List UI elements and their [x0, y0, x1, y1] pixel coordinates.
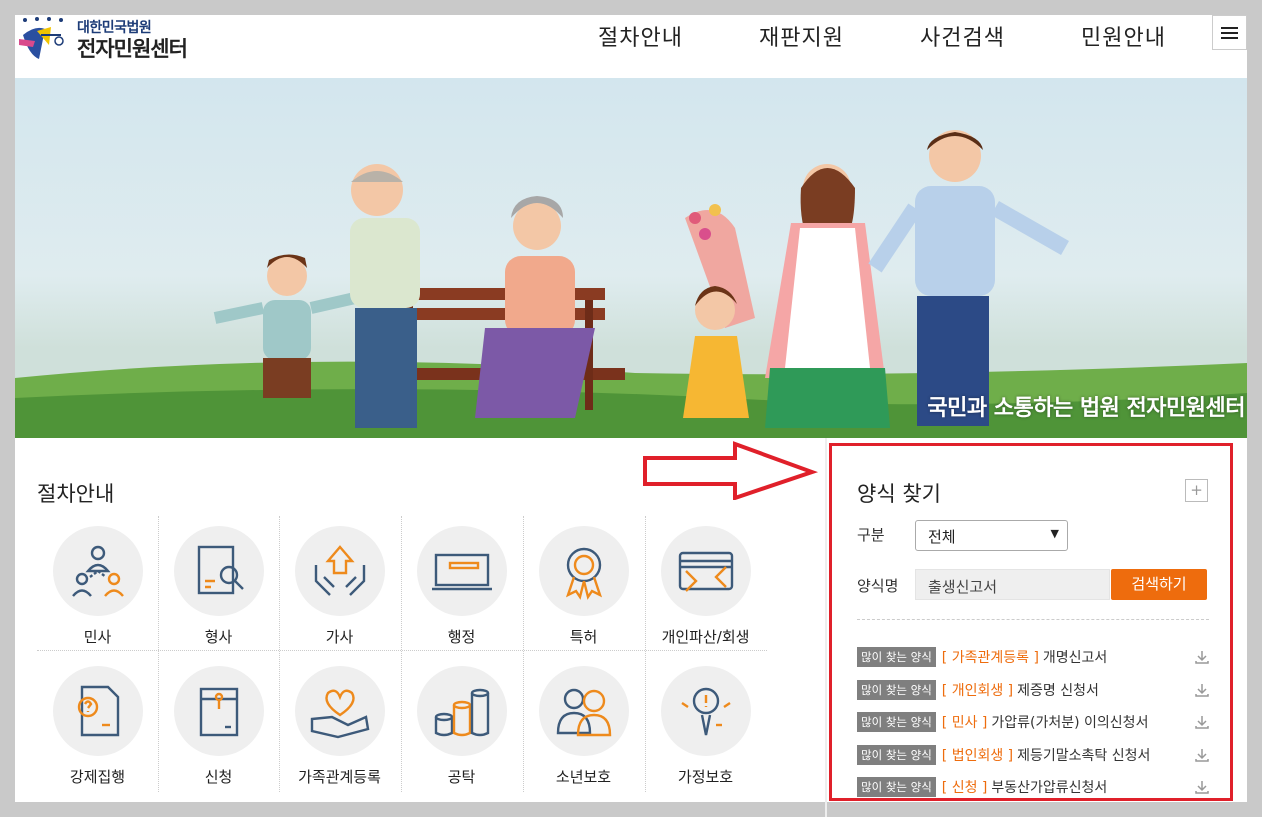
hero-caption: 국민과 소통하는 법원 전자민원센터: [927, 396, 1245, 421]
procedure-family[interactable]: 가사: [279, 516, 400, 650]
people-network-icon: [71, 545, 124, 597]
form-search-panel: 양식 찾기 + 구분 전체 ▼ 양식명 출생신고서 검색하기 많이 찾는 양식 …: [829, 443, 1233, 801]
procedure-label: 소년보호: [555, 768, 612, 786]
procedure-juvenile[interactable]: 소년보호: [523, 656, 644, 790]
hamburger-icon: [1221, 26, 1238, 29]
question-document-icon: [77, 685, 119, 737]
procedure-label: 개인파산/회생: [661, 628, 750, 646]
logo-title: 전자민원센터: [77, 37, 188, 61]
procedure-patent[interactable]: 특허: [523, 516, 644, 650]
hands-house-icon: [314, 545, 365, 596]
procedures-title: 절차안내: [37, 482, 115, 506]
envelope-folder-icon: [199, 687, 238, 737]
annotation-arrow: [643, 441, 819, 500]
download-icon[interactable]: [1194, 747, 1210, 763]
procedure-label: 특허: [569, 628, 598, 646]
popular-badge: 많이 찾는 양식: [857, 744, 936, 765]
hamburger-menu-button[interactable]: [1212, 15, 1247, 50]
family-illustration: [15, 130, 1247, 438]
form-category: [ 민사 ]: [941, 715, 988, 732]
procedure-domestic-protection[interactable]: 가정보호: [645, 656, 766, 790]
list-item[interactable]: 많이 찾는 양식 [ 가족관계등록 ] 개명신고서: [857, 641, 1209, 674]
popular-badge: 많이 찾는 양식: [857, 679, 936, 700]
chevron-down-icon: ▼: [1050, 527, 1059, 540]
procedure-family-registration[interactable]: 가족관계등록: [279, 656, 400, 790]
procedure-deposit[interactable]: 공탁: [401, 656, 522, 790]
procedure-label: 가정보호: [677, 768, 734, 786]
coins-stack-icon: [434, 688, 489, 737]
download-icon[interactable]: [1194, 649, 1210, 665]
procedure-enforcement[interactable]: 강제집행: [37, 656, 158, 790]
nav-item-case-search[interactable]: 사건검색: [882, 20, 1043, 52]
procedure-application[interactable]: 신청: [158, 656, 279, 790]
site-header: 대한민국법원 전자민원센터 절차안내 재판지원 사건검색 민원안내: [15, 15, 1247, 78]
form-name: 가압류(가처분) 이의신청서: [991, 715, 1149, 732]
procedure-label: 신청: [204, 768, 233, 786]
court-emblem-icon: [19, 17, 64, 59]
form-name: 제등기말소촉탁 신청서: [1017, 747, 1151, 764]
category-label: 구분: [857, 526, 885, 544]
procedure-administrative[interactable]: 행정: [401, 516, 522, 650]
procedure-label: 가사: [325, 628, 354, 646]
form-category: [ 신청 ]: [941, 780, 988, 797]
popular-badge: 많이 찾는 양식: [857, 647, 936, 668]
hero-banner: 국민과 소통하는 법원 전자민원센터: [15, 78, 1247, 438]
procedure-label: 행정: [447, 628, 476, 646]
download-icon[interactable]: [1194, 779, 1210, 795]
form-name: 개명신고서: [1042, 650, 1108, 667]
heart-hand-icon: [310, 689, 369, 739]
form-search-title: 양식 찾기: [857, 482, 941, 506]
magnify-person-icon: [680, 687, 731, 736]
procedure-label: 강제집행: [69, 768, 126, 786]
form-category: [ 개인회생 ]: [941, 682, 1014, 699]
procedure-label: 공탁: [447, 768, 476, 786]
popular-forms-list: 많이 찾는 양식 [ 가족관계등록 ] 개명신고서 많이 찾는 양식 [ 개인회…: [857, 641, 1209, 804]
form-category: [ 가족관계등록 ]: [941, 650, 1039, 667]
more-forms-button[interactable]: +: [1185, 479, 1208, 502]
procedure-bankruptcy[interactable]: 개인파산/회생: [645, 516, 766, 650]
procedure-civil[interactable]: 민사: [37, 516, 158, 650]
procedure-label: 민사: [83, 628, 112, 646]
nav-item-trial-support[interactable]: 재판지원: [721, 20, 882, 52]
download-icon[interactable]: [1194, 714, 1210, 730]
nav-item-procedures[interactable]: 절차안내: [560, 20, 721, 52]
procedure-label: 가족관계등록: [298, 768, 381, 786]
nav-item-civil-guide[interactable]: 민원안내: [1043, 20, 1204, 52]
list-item[interactable]: 많이 찾는 양식 [ 개인회생 ] 제증명 신청서: [857, 674, 1209, 707]
list-item[interactable]: 많이 찾는 양식 [ 민사 ] 가압류(가처분) 이의신청서: [857, 706, 1209, 739]
monitor-icon: [431, 553, 492, 591]
procedure-criminal[interactable]: 형사: [158, 516, 279, 650]
category-select[interactable]: 전체 ▼: [915, 520, 1068, 551]
form-category: [ 법인회생 ]: [941, 747, 1014, 764]
list-item[interactable]: 많이 찾는 양식 [ 신청 ] 부동산가압류신청서: [857, 771, 1209, 804]
form-name-label: 양식명: [857, 577, 899, 595]
download-icon[interactable]: [1194, 682, 1210, 698]
two-persons-icon: [556, 688, 611, 737]
document-search-icon: [197, 545, 244, 595]
list-item[interactable]: 많이 찾는 양식 [ 법인회생 ] 제등기말소촉탁 신청서: [857, 739, 1209, 772]
site-logo[interactable]: 대한민국법원 전자민원센터: [15, 15, 215, 65]
form-name: 부동산가압류신청서: [991, 780, 1108, 797]
popular-badge: 많이 찾는 양식: [857, 712, 936, 733]
form-name-input[interactable]: 출생신고서: [915, 569, 1110, 600]
popular-badge: 많이 찾는 양식: [857, 777, 936, 798]
search-button[interactable]: 검색하기: [1111, 569, 1207, 600]
procedure-label: 형사: [204, 628, 233, 646]
form-name: 제증명 신청서: [1017, 682, 1099, 699]
main-nav: 절차안내 재판지원 사건검색 민원안내: [560, 20, 1204, 52]
award-medal-icon: [565, 547, 602, 600]
card-exchange-icon: [678, 551, 733, 592]
